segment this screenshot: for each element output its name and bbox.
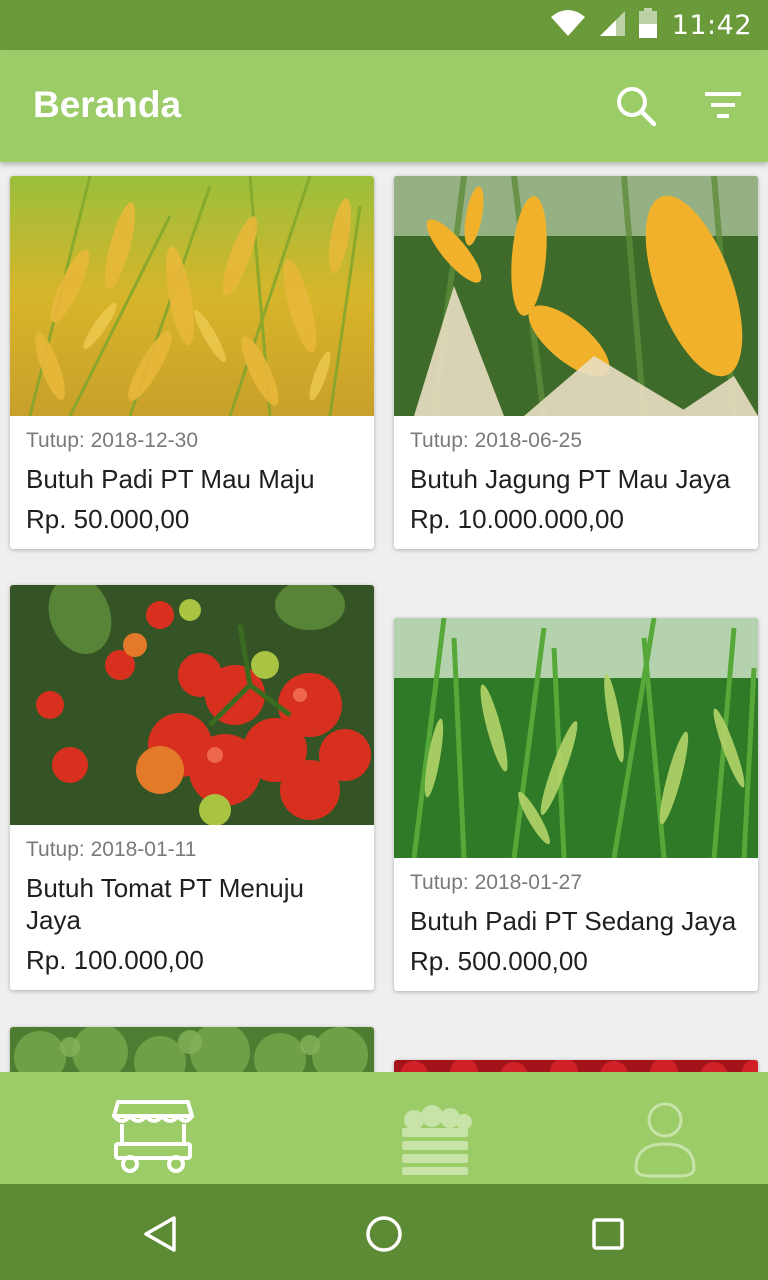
- status-bar: 11:42: [0, 0, 768, 50]
- profile-icon: [634, 1102, 696, 1178]
- close-date: Tutup: 2018-01-27: [410, 871, 583, 894]
- back-icon: [144, 1216, 176, 1252]
- back-button[interactable]: [138, 1212, 182, 1256]
- card-price: Rp. 50.000,00: [26, 504, 190, 534]
- system-navigation: [0, 1184, 768, 1280]
- home-button[interactable]: [362, 1212, 406, 1256]
- card-title: Butuh Tomat PT Menuju Jaya: [26, 873, 304, 935]
- produce-crate-icon: [402, 1105, 472, 1175]
- recents-icon: [592, 1218, 624, 1250]
- request-card[interactable]: Tutup: 2018-01-11 Butuh Tomat PT Menuju …: [10, 585, 374, 990]
- close-date: Tutup: 2018-01-11: [26, 838, 197, 861]
- card-image-strawberry: [394, 1060, 758, 1072]
- card-price: Rp. 100.000,00: [26, 945, 204, 975]
- close-date: Tutup: 2018-12-30: [26, 429, 199, 452]
- card-price: Rp. 10.000.000,00: [410, 504, 624, 534]
- bottom-navigation: [0, 1072, 768, 1184]
- wifi-icon: [550, 9, 586, 41]
- filter-icon: [705, 92, 741, 118]
- recents-button[interactable]: [586, 1212, 630, 1256]
- card-image-tomato: [10, 585, 374, 825]
- card-title: Butuh Jagung PT Mau Jaya: [410, 464, 731, 494]
- clock: 11:42: [671, 9, 752, 41]
- card-image-broccoli: [10, 1027, 374, 1072]
- battery-icon: [638, 8, 658, 42]
- request-card[interactable]: Tutup: 2018-06-25 Butuh Jagung PT Mau Ja…: [394, 176, 758, 549]
- app-bar: Beranda: [0, 50, 768, 162]
- nav-market-button[interactable]: [108, 1092, 198, 1178]
- card-image-corn: [394, 176, 758, 416]
- home-icon: [366, 1216, 402, 1252]
- request-card[interactable]: [10, 1027, 374, 1072]
- search-icon: [617, 87, 657, 127]
- page-title: Beranda: [33, 84, 182, 125]
- card-title: Butuh Padi PT Mau Maju: [26, 464, 315, 494]
- filter-button[interactable]: [702, 84, 746, 128]
- request-card[interactable]: [394, 1060, 758, 1072]
- card-price: Rp. 500.000,00: [410, 946, 588, 976]
- nav-profile-button[interactable]: [620, 1092, 710, 1178]
- signal-icon: [598, 9, 626, 41]
- search-button[interactable]: [614, 84, 658, 128]
- card-image-green-rice: [394, 618, 758, 858]
- card-title: Butuh Padi PT Sedang Jaya: [410, 906, 737, 936]
- product-grid[interactable]: Tutup: 2018-12-30 Butuh Padi PT Mau Maju…: [0, 162, 768, 1072]
- nav-produce-button[interactable]: [392, 1092, 482, 1178]
- card-image-rice: [10, 176, 374, 416]
- market-cart-icon: [112, 1100, 194, 1173]
- request-card[interactable]: Tutup: 2018-12-30 Butuh Padi PT Mau Maju…: [10, 176, 374, 549]
- request-card[interactable]: Tutup: 2018-01-27 Butuh Padi PT Sedang J…: [394, 618, 758, 991]
- close-date: Tutup: 2018-06-25: [410, 429, 583, 452]
